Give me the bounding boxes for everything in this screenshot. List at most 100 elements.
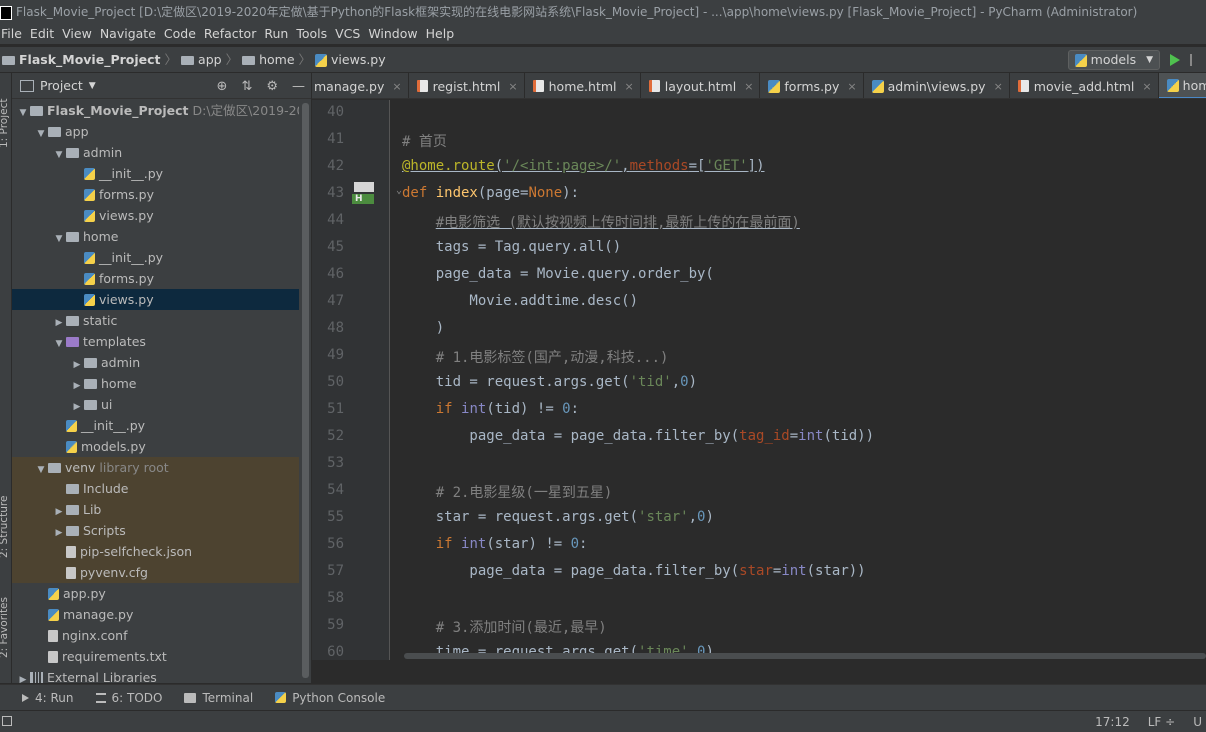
tree-item[interactable]: ▶ ui — [12, 394, 299, 415]
editor-horizontal-scrollbar[interactable] — [404, 653, 1206, 659]
more-toolbar-icon[interactable] — [1190, 54, 1200, 66]
tree-item[interactable]: pyvenv.cfg — [12, 562, 299, 583]
project-tree-scrollbar[interactable] — [302, 103, 309, 678]
tool-windows-toggle-icon[interactable] — [2, 716, 12, 726]
tree-item[interactable]: ▶ Lib — [12, 499, 299, 520]
editor-tab[interactable]: movie_add.html × — [1010, 73, 1159, 98]
close-icon[interactable]: × — [744, 80, 753, 93]
code-line: Movie.addtime.desc() — [402, 293, 639, 309]
breadcrumb-project[interactable]: Flask_Movie_Project — [19, 47, 161, 73]
project-view-select[interactable]: Project — [40, 78, 83, 93]
folder-icon — [66, 525, 79, 536]
terminal-tool-button[interactable]: Terminal — [184, 691, 253, 705]
collapse-arrow-icon[interactable]: ▶ — [18, 670, 28, 683]
tree-item-label: views.py — [99, 292, 154, 307]
breadcrumb-separator: 〉 — [164, 52, 178, 67]
close-icon[interactable]: × — [625, 80, 634, 93]
menu-navigate[interactable]: Navigate — [96, 24, 160, 44]
tree-item[interactable]: ▼ venv library root — [12, 457, 299, 478]
editor-tab[interactable]: regist.html × — [409, 73, 525, 98]
tree-item[interactable]: nginx.conf — [12, 625, 299, 646]
menu-window[interactable]: Window — [364, 24, 421, 44]
route-handler-marker-icon[interactable]: H — [352, 182, 376, 206]
menu-view[interactable]: View — [58, 24, 96, 44]
menu-help[interactable]: Help — [422, 24, 459, 44]
breadcrumb-file[interactable]: views.py — [331, 47, 386, 73]
line-separator[interactable]: LF ÷ — [1148, 711, 1175, 732]
python-file-icon — [48, 587, 59, 600]
folder-icon — [84, 399, 97, 410]
todo-tool-button[interactable]: 6: TODO — [95, 691, 162, 705]
tree-item[interactable]: forms.py — [12, 184, 299, 205]
tree-item[interactable]: views.py — [12, 289, 299, 310]
close-icon[interactable]: × — [994, 80, 1003, 93]
run-play-icon[interactable] — [1170, 54, 1180, 66]
tree-item[interactable]: ▼ home — [12, 226, 299, 247]
menu-vcs[interactable]: VCS — [331, 24, 364, 44]
tab-project[interactable]: 1: Project — [0, 99, 10, 148]
tree-item[interactable]: forms.py — [12, 268, 299, 289]
editor-tab[interactable]: manage.py × — [312, 73, 409, 98]
breadcrumb: Flask_Movie_Project 〉 app 〉 home 〉 views… — [2, 47, 386, 73]
tree-item[interactable]: requirements.txt — [12, 646, 299, 667]
editor-tab[interactable]: layout.html × — [641, 73, 761, 98]
tree-item[interactable]: ▶ admin — [12, 352, 299, 373]
code-editor[interactable]: # 首页 @home.route('/<int:page>/',methods=… — [391, 100, 1206, 660]
file-encoding[interactable]: U — [1193, 711, 1202, 732]
run-tool-button[interactable]: 4: Run — [22, 691, 74, 705]
close-icon[interactable]: × — [847, 80, 856, 93]
folder-icon — [48, 126, 61, 137]
menu-file[interactable]: File — [0, 24, 26, 44]
chevron-down-icon[interactable]: ▼ — [89, 81, 96, 91]
run-config-select[interactable]: models ▼ — [1067, 50, 1160, 70]
gear-icon[interactable]: ⚙ — [266, 79, 278, 94]
hide-icon[interactable]: — — [292, 79, 305, 94]
menu-refactor[interactable]: Refactor — [200, 24, 260, 44]
tree-item-label: nginx.conf — [62, 628, 128, 643]
tree-item[interactable]: ▶ home — [12, 373, 299, 394]
caret-position[interactable]: 17:12 — [1095, 711, 1130, 732]
close-icon[interactable]: × — [1142, 80, 1151, 93]
close-icon[interactable]: × — [392, 80, 401, 93]
tree-item[interactable]: ▶ static — [12, 310, 299, 331]
tree-item[interactable]: ▶ External Libraries — [12, 667, 299, 683]
tree-item[interactable]: ▼Flask_Movie_ProjectD:\定做区\2019-2020年 — [12, 100, 299, 121]
locate-icon[interactable]: ⊕ — [217, 79, 228, 94]
tree-item[interactable]: ▼ admin — [12, 142, 299, 163]
menu-edit[interactable]: Edit — [26, 24, 58, 44]
collapse-icon[interactable]: ⇅ — [241, 79, 252, 94]
close-icon[interactable]: × — [508, 80, 517, 93]
code-line: star = request.args.get('star',0) — [402, 509, 714, 525]
tree-item[interactable]: models.py — [12, 436, 299, 457]
line-number: 51 — [327, 401, 344, 417]
file-icon — [48, 629, 58, 642]
tree-item[interactable]: ▼ templates — [12, 331, 299, 352]
tree-item[interactable]: ▼ app — [12, 121, 299, 142]
tree-item[interactable]: views.py — [12, 205, 299, 226]
tree-item[interactable]: __init__.py — [12, 415, 299, 436]
editor-tab[interactable]: admin\views.py × — [864, 73, 1010, 98]
breadcrumb-app[interactable]: app — [198, 47, 222, 73]
line-number: 59 — [327, 617, 344, 633]
menu-code[interactable]: Code — [160, 24, 200, 44]
tree-item[interactable]: manage.py — [12, 604, 299, 625]
tree-item[interactable]: Include — [12, 478, 299, 499]
tree-item[interactable]: __init__.py — [12, 163, 299, 184]
code-line: # 1.电影标签(国产,动漫,科技...) — [435, 350, 669, 366]
tree-item[interactable]: pip-selfcheck.json — [12, 541, 299, 562]
tab-structure[interactable]: 2: Structure — [0, 496, 10, 558]
tree-item-label: manage.py — [63, 607, 134, 622]
tab-favorites[interactable]: 2: Favorites — [0, 597, 10, 658]
tree-item-label: models.py — [81, 439, 146, 454]
menu-tools[interactable]: Tools — [292, 24, 331, 44]
editor-tab[interactable]: forms.py × — [760, 73, 864, 98]
tree-item[interactable]: ▶ Scripts — [12, 520, 299, 541]
tree-item[interactable]: __init__.py — [12, 247, 299, 268]
tree-item[interactable]: app.py — [12, 583, 299, 604]
breadcrumb-home[interactable]: home — [259, 47, 294, 73]
folder-icon — [181, 55, 195, 65]
editor-tab[interactable]: home.html × — [525, 73, 641, 98]
editor-tab[interactable]: home\views.py — [1158, 73, 1206, 98]
menu-run[interactable]: Run — [260, 24, 292, 44]
python-console-tool-button[interactable]: Python Console — [275, 691, 385, 705]
